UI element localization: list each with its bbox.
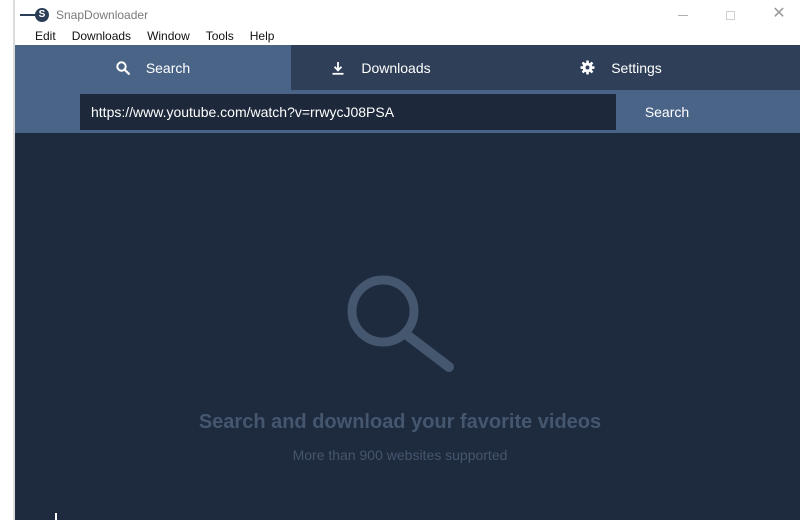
maximize-icon xyxy=(725,10,735,20)
search-icon xyxy=(347,275,454,372)
tab-search[interactable]: Search xyxy=(15,45,291,90)
app-window: S SnapDownloader ✕ Edit Downloads Window… xyxy=(0,0,800,520)
menu-tools[interactable]: Tools xyxy=(200,28,240,45)
window-title: SnapDownloader xyxy=(56,8,149,22)
tab-settings[interactable]: Settings xyxy=(545,45,697,90)
tab-search-label: Search xyxy=(145,59,191,76)
text-cursor xyxy=(55,513,57,520)
tab-downloads-label: Downloads xyxy=(361,59,431,76)
tab-downloads[interactable]: Downloads xyxy=(291,45,471,90)
menu-bar: Edit Downloads Window Tools Help xyxy=(15,28,800,45)
close-icon: ✕ xyxy=(772,5,786,22)
empty-state-subline: More than 900 websites supported xyxy=(292,447,508,463)
app-logo-icon: S xyxy=(35,8,49,22)
gear-icon xyxy=(580,60,595,75)
url-bar: Search xyxy=(15,90,800,133)
tab-settings-label: Settings xyxy=(611,59,662,76)
download-icon xyxy=(332,61,344,75)
empty-state-headline: Search and download your favorite videos xyxy=(198,411,602,433)
url-input[interactable] xyxy=(80,94,616,130)
minimize-button[interactable] xyxy=(663,4,703,24)
search-icon xyxy=(116,60,130,75)
minimize-icon xyxy=(678,14,688,16)
tab-bar: Search Downloads Settings xyxy=(15,45,800,90)
logo-dash xyxy=(20,14,36,16)
title-bar[interactable]: S SnapDownloader ✕ xyxy=(15,0,800,28)
empty-state-panel: Search and download your favorite videos… xyxy=(15,133,800,520)
window-left-edge xyxy=(0,0,15,520)
menu-help[interactable]: Help xyxy=(244,28,281,45)
menu-downloads[interactable]: Downloads xyxy=(66,28,137,45)
close-button[interactable]: ✕ xyxy=(759,4,799,24)
menu-edit[interactable]: Edit xyxy=(35,28,62,45)
search-button[interactable]: Search xyxy=(616,94,718,130)
menu-window[interactable]: Window xyxy=(141,28,196,45)
maximize-button[interactable] xyxy=(710,4,750,24)
